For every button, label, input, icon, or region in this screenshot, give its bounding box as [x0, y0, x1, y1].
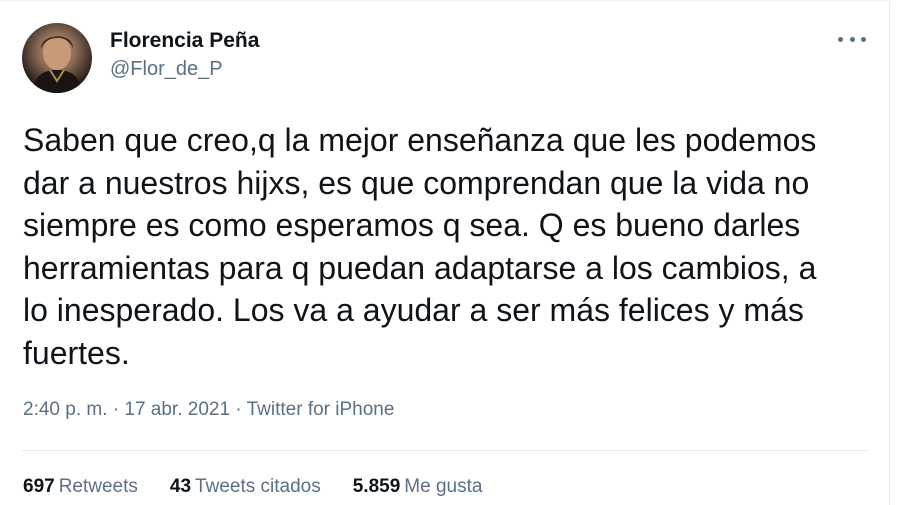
tweet-line: fuertes.	[23, 334, 130, 371]
user-handle[interactable]: @Flor_de_P	[110, 56, 259, 82]
retweets-stat[interactable]: 697 Retweets	[23, 476, 138, 498]
tweet-header: Florencia Peña @Flor_de_P	[22, 23, 259, 93]
tweet-date[interactable]: 17 abr. 2021	[124, 399, 230, 420]
more-options-icon[interactable]	[838, 29, 866, 49]
tweet-line: Saben que creo,q la mejor enseñanza que …	[23, 122, 817, 158]
display-name[interactable]: Florencia Peña	[110, 28, 259, 54]
likes-count: 5.859	[352, 476, 401, 497]
tweet-card: Florencia Peña @Flor_de_P Saben que creo…	[0, 0, 890, 505]
tweet-text: Saben que creo,q la mejor enseñanza que …	[23, 119, 873, 374]
tweet-time[interactable]: 2:40 p. m.	[23, 399, 108, 420]
tweet-source[interactable]: Twitter for iPhone	[247, 399, 395, 420]
quotes-stat[interactable]: 43 Tweets citados	[170, 476, 321, 498]
dot	[849, 36, 855, 42]
quotes-label: Tweets citados	[195, 476, 321, 497]
tweet-line: dar a nuestros hijxs, es que comprendan …	[23, 164, 810, 201]
dot	[838, 36, 843, 42]
retweets-label: Retweets	[58, 476, 138, 497]
divider	[22, 450, 870, 451]
meta-separator: ·	[235, 399, 247, 420]
dot	[861, 36, 866, 42]
meta-separator: ·	[112, 399, 125, 420]
likes-label: Me gusta	[404, 476, 483, 497]
tweet-line: lo inesperado. Los va a ayudar a ser más…	[23, 292, 804, 328]
tweet-line: herramientas para q puedan adaptarse a l…	[23, 249, 817, 286]
tweet-meta: 2:40 p. m. · 17 abr. 2021 · Twitter for …	[23, 399, 394, 421]
avatar[interactable]	[22, 23, 92, 93]
quotes-count: 43	[169, 476, 192, 497]
likes-stat[interactable]: 5.859 Me gusta	[353, 476, 483, 498]
avatar-portrait-icon	[32, 36, 82, 93]
tweet-line: siempre es como esperamos q sea. Q es bu…	[23, 207, 801, 243]
tweet-stats: 697 Retweets 43 Tweets citados 5.859 Me gus…	[23, 476, 482, 498]
retweets-count: 697	[23, 476, 55, 497]
user-names: Florencia Peña @Flor_de_P	[110, 28, 259, 82]
